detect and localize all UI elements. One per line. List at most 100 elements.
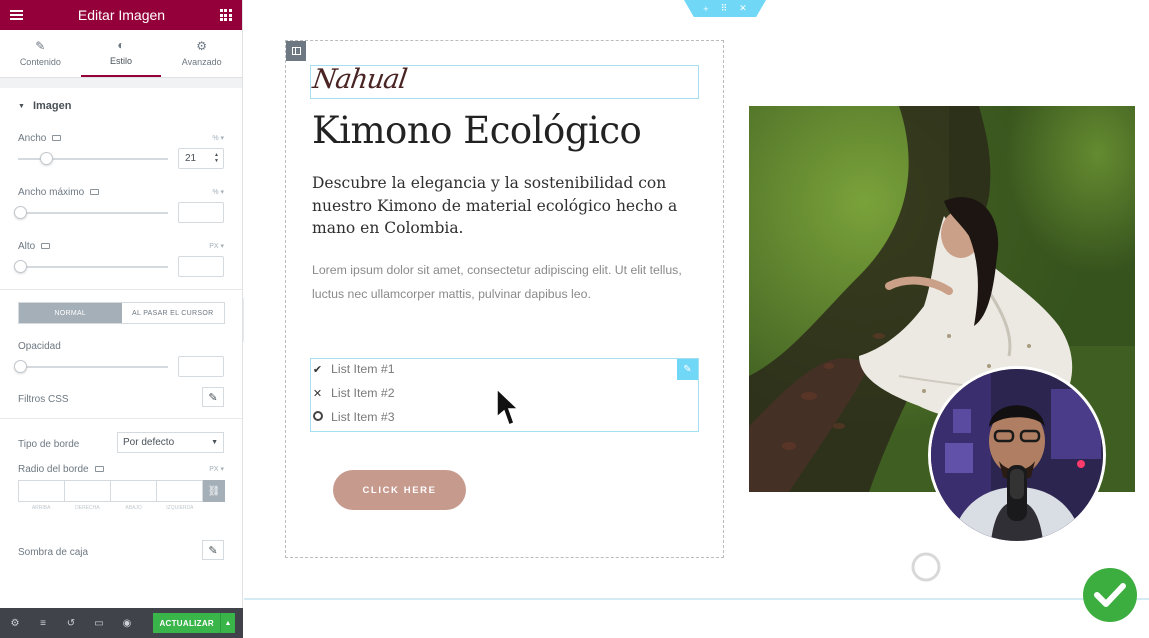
box-shadow-label: Sombra de caja — [18, 547, 89, 558]
slider-knob[interactable] — [14, 360, 27, 373]
caret-down-icon: ▼ — [18, 102, 25, 110]
list-item-label: List Item #2 — [331, 386, 395, 400]
preview-eye-icon[interactable]: ◉ — [120, 618, 134, 629]
tab-label: Contenido — [19, 57, 61, 67]
panel-footer: ⚙ ≡ ↺ ▭ ◉ ACTUALIZAR ▲ — [0, 608, 243, 638]
css-filters-control: Filtros CSS ✎ — [18, 382, 224, 414]
times-icon: ✕ — [312, 387, 323, 400]
pencil-icon: ✎ — [208, 544, 218, 557]
height-slider[interactable] — [14, 260, 168, 273]
list-item: List Item #3 — [312, 410, 395, 424]
dim-label: Abajo — [125, 505, 142, 511]
border-radius-inputs: ⛓ — [18, 480, 225, 502]
border-radius-control: Radio del borde PX ▾ ⛓ Arriba Derecha Ab… — [18, 464, 225, 530]
max-width-slider[interactable] — [14, 206, 168, 219]
max-width-label: Ancho máximo — [18, 187, 85, 198]
slider-knob[interactable] — [14, 206, 27, 219]
brand-logo: Nahual — [310, 64, 409, 95]
list-item-label: List Item #3 — [331, 410, 395, 424]
max-width-unit[interactable]: % ▾ — [212, 188, 224, 196]
move-icon[interactable]: ⠿ — [721, 3, 728, 14]
editor-panel: Editar Imagen ✎ Contenido ◐ Estilo ⚙ Ava… — [0, 0, 243, 638]
update-button[interactable]: ACTUALIZAR — [153, 613, 220, 633]
navigator-icon[interactable]: ≡ — [36, 618, 50, 629]
slider-knob[interactable] — [14, 260, 27, 273]
desktop-icon[interactable] — [41, 242, 51, 249]
tab-estilo[interactable]: ◐ Estilo — [80, 30, 162, 77]
radius-left-input[interactable] — [156, 480, 203, 502]
border-type-label: Tipo de borde — [18, 439, 80, 450]
link-values-icon[interactable]: ⛓ — [203, 480, 225, 502]
dot-circle-icon — [312, 410, 323, 424]
box-shadow-control: Sombra de caja ✎ — [18, 536, 224, 568]
chevron-down-icon: ▼ — [211, 439, 218, 446]
desktop-icon[interactable] — [52, 134, 62, 141]
section-handle[interactable]: + ⠿ ✕ — [684, 0, 766, 17]
cta-button[interactable]: CLICK HERE — [333, 470, 466, 510]
list-item-label: List Item #1 — [331, 362, 395, 376]
border-type-select[interactable]: Por defecto ▼ — [117, 432, 224, 453]
opacity-control: Opacidad — [14, 332, 224, 382]
divider — [0, 289, 242, 290]
gear-icon: ⚙ — [196, 39, 208, 53]
half-circle-icon: ◐ — [117, 38, 125, 52]
width-unit[interactable]: % ▾ — [212, 134, 224, 142]
tab-contenido[interactable]: ✎ Contenido — [0, 30, 81, 77]
dimension-labels: Arriba Derecha Abajo Izquierda — [18, 505, 203, 511]
dim-label: Arriba — [31, 505, 51, 511]
desktop-icon[interactable] — [90, 188, 100, 195]
width-input[interactable]: 21 ▲ ▼ — [178, 148, 224, 169]
height-input[interactable] — [178, 256, 224, 277]
tab-avanzado[interactable]: ⚙ Avanzado — [161, 30, 242, 77]
plus-icon[interactable]: + — [703, 4, 708, 14]
height-unit[interactable]: PX ▾ — [209, 242, 224, 250]
panel-header: Editar Imagen — [0, 0, 242, 30]
section-header-imagen[interactable]: ▼ Imagen — [0, 88, 242, 124]
webcam-overlay — [928, 366, 1106, 544]
column-handle-icon[interactable] — [286, 41, 306, 61]
width-label: Ancho — [18, 133, 47, 144]
settings-icon[interactable]: ⚙ — [8, 618, 22, 629]
divider — [0, 418, 242, 419]
border-radius-unit[interactable]: PX ▾ — [209, 465, 224, 473]
radius-top-input[interactable] — [18, 480, 64, 502]
edit-widget-pencil-icon[interactable]: ✎ — [677, 359, 698, 380]
body-paragraph: Lorem ipsum dolor sit amet, consectetur … — [312, 263, 682, 301]
opacity-input[interactable] — [178, 356, 224, 377]
width-slider[interactable] — [18, 152, 168, 165]
radius-bottom-input[interactable] — [110, 480, 156, 502]
watermark-icon — [911, 552, 941, 582]
tab-label: Estilo — [110, 56, 133, 66]
history-icon[interactable]: ↺ — [64, 618, 78, 629]
hamburger-menu-icon[interactable] — [10, 10, 23, 20]
max-width-control: Ancho máximo % ▾ — [14, 178, 224, 228]
widgets-grid-icon[interactable] — [219, 9, 232, 21]
dim-label: Izquierda — [166, 505, 194, 511]
watermark-logo — [910, 548, 1105, 586]
close-icon[interactable]: ✕ — [739, 3, 747, 14]
spinner-icon[interactable]: ▲ ▼ — [214, 152, 219, 164]
subheadline: Descubre la elegancia y la sostenibilida… — [312, 174, 678, 237]
border-type-control: Tipo de borde Por defecto ▼ — [18, 429, 224, 459]
border-radius-label: Radio del borde — [18, 464, 89, 475]
desktop-icon[interactable] — [94, 465, 104, 472]
controls-area: Ancho % ▾ 21 ▲ ▼ Ancho máximo % ▾ Alto PX … — [0, 124, 242, 638]
state-hover-tab[interactable]: AL PASAR EL CURSOR — [121, 303, 224, 323]
box-shadow-edit-button[interactable]: ✎ — [202, 540, 224, 560]
success-check-icon — [1083, 568, 1137, 622]
state-normal-tab[interactable]: NORMAL — [19, 303, 122, 323]
slider-knob[interactable] — [40, 152, 53, 165]
opacity-slider[interactable] — [14, 360, 168, 373]
list-item: ✔ List Item #1 — [312, 362, 395, 376]
width-control: Ancho % ▾ 21 ▲ ▼ — [18, 124, 224, 174]
css-filters-label: Filtros CSS — [18, 394, 69, 405]
section-title: Imagen — [32, 100, 72, 112]
radius-right-input[interactable] — [64, 480, 110, 502]
responsive-icon[interactable]: ▭ — [92, 618, 106, 629]
css-filters-edit-button[interactable]: ✎ — [202, 387, 224, 407]
dim-label: Derecha — [75, 505, 100, 511]
height-label: Alto — [18, 241, 36, 252]
update-options-caret-icon[interactable]: ▲ — [220, 613, 235, 633]
list-item: ✕ List Item #2 — [312, 386, 395, 400]
max-width-input[interactable] — [178, 202, 224, 223]
